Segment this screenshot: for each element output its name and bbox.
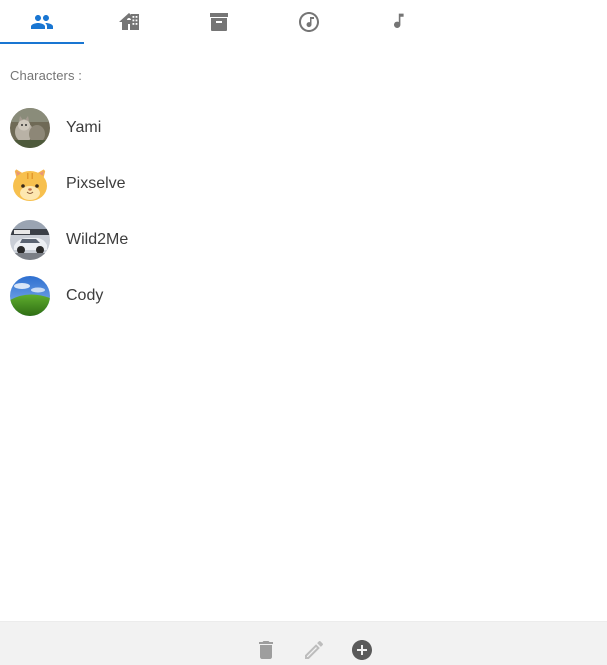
- character-list: Yami Pixselve Wild2Me Cody: [0, 100, 607, 324]
- bottom-toolbar: [0, 621, 607, 665]
- archive-box-icon: [210, 13, 228, 31]
- add-button[interactable]: [350, 638, 374, 662]
- character-name: Yami: [66, 119, 102, 136]
- music-note-icon: [394, 13, 404, 28]
- list-item[interactable]: Wild2Me: [0, 212, 607, 268]
- list-item[interactable]: Pixselve: [0, 156, 607, 212]
- trash-icon: [259, 641, 273, 659]
- tab-music-albums[interactable]: [267, 0, 351, 44]
- people-icon: [31, 15, 53, 29]
- avatar: [10, 164, 50, 204]
- character-name: Wild2Me: [66, 231, 129, 248]
- app: Characters : Yami Pixselve Wild2Me Cody: [0, 0, 607, 665]
- tab-places[interactable]: [87, 0, 171, 44]
- character-name: Cody: [66, 287, 104, 304]
- active-tab-indicator: [0, 42, 84, 44]
- tab-archive[interactable]: [177, 0, 261, 44]
- cat-photo-avatar: [10, 108, 50, 148]
- hamster-emoji-avatar: [10, 164, 50, 204]
- tab-music[interactable]: [357, 0, 441, 44]
- character-name: Pixselve: [66, 175, 126, 192]
- add-circle-icon: [352, 640, 372, 660]
- tab-characters[interactable]: [0, 0, 84, 44]
- pencil-icon: [305, 640, 324, 659]
- list-item[interactable]: Cody: [0, 268, 607, 324]
- edit-button[interactable]: [302, 638, 326, 662]
- tab-bar: [0, 0, 607, 44]
- green-hill-landscape-avatar: [10, 276, 50, 316]
- avatar: [10, 276, 50, 316]
- list-item[interactable]: Yami: [0, 100, 607, 156]
- music-disc-icon: [299, 12, 319, 32]
- avatar: [10, 108, 50, 148]
- city-buildings-icon: [119, 13, 139, 30]
- section-label: Characters :: [10, 68, 83, 83]
- car-photo-avatar: [10, 220, 50, 260]
- avatar: [10, 220, 50, 260]
- delete-button[interactable]: [254, 638, 278, 662]
